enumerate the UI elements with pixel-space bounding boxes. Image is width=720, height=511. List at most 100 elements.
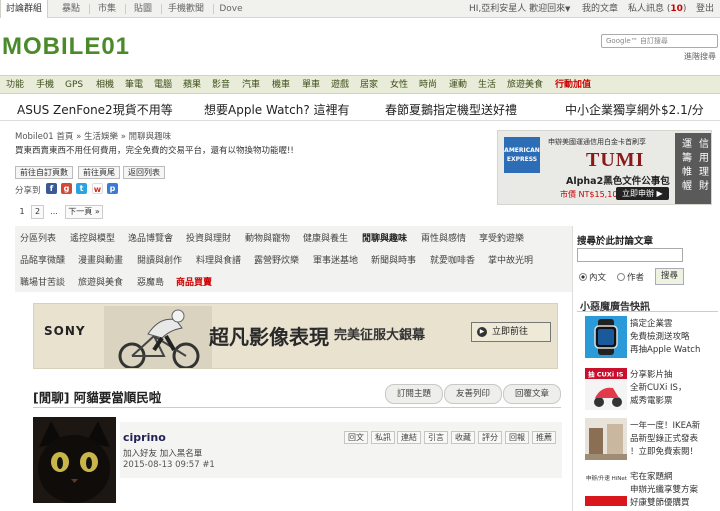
nav-item[interactable]: 單車 bbox=[302, 76, 320, 94]
my-posts-link[interactable]: 我的文章 bbox=[582, 0, 618, 18]
promo-link[interactable]: ASUS ZenFone2現貨不用等 bbox=[17, 101, 173, 118]
category-link[interactable]: 新聞與時事 bbox=[371, 253, 416, 266]
google-plus-icon[interactable]: g bbox=[61, 183, 72, 194]
post-floor[interactable]: #1 bbox=[202, 460, 215, 470]
category-link[interactable]: 就愛咖啡香 bbox=[430, 253, 475, 266]
search-input[interactable]: Google™ 自訂搜尋 bbox=[601, 34, 718, 48]
category-link[interactable]: 掌中故光明 bbox=[488, 253, 533, 266]
thread-search-input[interactable] bbox=[577, 248, 683, 262]
link-button[interactable]: 連結 bbox=[397, 431, 421, 444]
goto-page-button[interactable]: 前往自訂頁數 bbox=[15, 166, 73, 179]
tab-news[interactable]: 暴點 bbox=[56, 0, 86, 18]
nav-item[interactable]: GPS bbox=[65, 76, 83, 94]
weibo-icon[interactable]: w bbox=[92, 183, 103, 194]
back-to-list-button[interactable]: 返回列表 bbox=[123, 166, 165, 179]
rate-button[interactable]: 評分 bbox=[478, 431, 502, 444]
side-ad-text[interactable]: 宅在家題網 申辦光纖享雙方案 好康雙節優購買 bbox=[630, 471, 718, 510]
sony-ad-banner[interactable]: SONY 超凡影像表現 完美征服大銀幕 ▶ 立即前往 bbox=[33, 303, 558, 369]
tab-photos[interactable]: 貼圖 bbox=[128, 0, 158, 18]
nav-item[interactable]: 汽車 bbox=[242, 76, 260, 94]
logout-link[interactable]: 登出 bbox=[696, 0, 714, 18]
nav-item[interactable]: 筆電 bbox=[125, 76, 143, 94]
category-link[interactable]: 露營野炊樂 bbox=[254, 253, 299, 266]
next-page-button[interactable]: 下一頁 » bbox=[65, 205, 103, 219]
tab-forum[interactable]: 討論群組 bbox=[0, 0, 48, 18]
category-link[interactable]: 逸品博覽會 bbox=[128, 231, 173, 244]
cuxi-ad-image[interactable]: 抽 CUXi IS bbox=[585, 368, 627, 410]
apple-watch-ad-image[interactable] bbox=[585, 316, 627, 358]
nav-item-hot[interactable]: 行動加值 bbox=[555, 76, 591, 94]
reply-post-button[interactable]: 回文 bbox=[344, 431, 368, 444]
category-link[interactable]: 閱讀與創作 bbox=[137, 253, 182, 266]
side-ad-text[interactable]: 一年一度！IKEA新 品新型錄正式發表 ！立即免費索閱！ bbox=[630, 420, 718, 459]
tab-market[interactable]: 市集 bbox=[92, 0, 122, 18]
hinet-ad-image[interactable]: 申辦/升速 HiNet bbox=[585, 470, 627, 511]
mobile01-logo[interactable]: MOBILE01 bbox=[2, 32, 162, 62]
promo-link[interactable]: 春節夏鵝指定機型送好禮 bbox=[385, 101, 517, 118]
category-link[interactable]: 享受釣遊樂 bbox=[479, 231, 524, 244]
category-link[interactable]: 職場甘苦談 bbox=[20, 275, 65, 288]
promo-link[interactable]: 中小企業獨享網外$2.1/分 bbox=[565, 101, 704, 118]
nav-item[interactable]: 遊戲 bbox=[331, 76, 349, 94]
chevron-down-icon[interactable]: ▼ bbox=[565, 0, 570, 18]
private-messages-link[interactable]: 私人訊息 (10) bbox=[628, 0, 686, 18]
category-link[interactable]: 分區列表 bbox=[20, 231, 56, 244]
category-link[interactable]: 軍事迷基地 bbox=[313, 253, 358, 266]
facebook-icon[interactable]: f bbox=[46, 183, 57, 194]
goto-bottom-button[interactable]: 前往頁尾 bbox=[78, 166, 120, 179]
add-friend-blacklist-links[interactable]: 加入好友 加入黑名單 bbox=[123, 447, 202, 459]
reply-button[interactable]: 回覆文章 bbox=[503, 384, 561, 404]
category-link[interactable]: 品酩享微醺 bbox=[20, 253, 65, 266]
tumi-ad-banner[interactable]: AMERICAN EXPRESS 申辦美國運通信用白金卡首刷享 TUMI Alp… bbox=[497, 130, 712, 205]
nav-item[interactable]: 生活 bbox=[478, 76, 496, 94]
tab-dove[interactable]: Dove bbox=[216, 0, 246, 18]
plurk-icon[interactable]: p bbox=[107, 183, 118, 194]
nav-item[interactable]: 相機 bbox=[96, 76, 114, 94]
private-message-button[interactable]: 私訊 bbox=[371, 431, 395, 444]
subscribe-button[interactable]: 訂閱主題 bbox=[385, 384, 443, 404]
tab-mobile-news[interactable]: 手機歡聞 bbox=[164, 0, 208, 18]
post-username[interactable]: ciprino bbox=[123, 431, 166, 444]
advanced-search-link[interactable]: 進階搜尋 bbox=[684, 51, 716, 62]
category-link[interactable]: 遙控與模型 bbox=[70, 231, 115, 244]
nav-item[interactable]: 功能 bbox=[6, 76, 24, 94]
user-greeting[interactable]: HI,亞利安星人 歡迎回來 bbox=[469, 0, 565, 18]
nav-item[interactable]: 蘋果 bbox=[183, 76, 201, 94]
category-link[interactable]: 動物與寵物 bbox=[245, 231, 290, 244]
category-link[interactable]: 健康與養生 bbox=[303, 231, 348, 244]
nav-item[interactable]: 居家 bbox=[360, 76, 378, 94]
quote-button[interactable]: 引言 bbox=[424, 431, 448, 444]
category-link[interactable]: 投資與理財 bbox=[186, 231, 231, 244]
promo-link[interactable]: 想要Apple Watch? 這裡有 bbox=[204, 101, 350, 118]
nav-item[interactable]: 運動 bbox=[449, 76, 467, 94]
avatar[interactable] bbox=[33, 417, 116, 503]
breadcrumb[interactable]: Mobile01 首頁 » 生活娛樂 » 閒聊與趣味 bbox=[15, 130, 171, 142]
twitter-icon[interactable]: t bbox=[76, 183, 87, 194]
nav-item[interactable]: 時尚 bbox=[419, 76, 437, 94]
report-button[interactable]: 回報 bbox=[505, 431, 529, 444]
nav-item[interactable]: 旅遊美食 bbox=[507, 76, 543, 94]
category-link[interactable]: 料理與食譜 bbox=[196, 253, 241, 266]
nav-item[interactable]: 影音 bbox=[212, 76, 230, 94]
side-ad-text[interactable]: 分享影片抽 全新CUXi IS， 威秀電影票 bbox=[630, 369, 718, 408]
category-link[interactable]: 惡魔島 bbox=[137, 275, 164, 288]
page-2[interactable]: 2 bbox=[31, 205, 44, 219]
print-button[interactable]: 友善列印 bbox=[444, 384, 502, 404]
page-1[interactable]: 1 bbox=[15, 205, 29, 219]
nav-item[interactable]: 電腦 bbox=[154, 76, 172, 94]
tumi-apply-button[interactable]: 立即申辦 ▶ bbox=[616, 187, 669, 200]
category-link-hot[interactable]: 商品買賣 bbox=[176, 275, 212, 288]
ikea-ad-image[interactable] bbox=[585, 418, 627, 460]
side-ad-text[interactable]: 搞定企業雲 免費檢測送攻略 再抽Apple Watch bbox=[630, 318, 718, 357]
nav-item[interactable]: 機車 bbox=[272, 76, 290, 94]
radio-content[interactable]: 內文 bbox=[579, 271, 606, 283]
category-link[interactable]: 兩性與感情 bbox=[421, 231, 466, 244]
radio-author[interactable]: 作者 bbox=[617, 271, 644, 283]
sony-go-button[interactable]: ▶ 立即前往 bbox=[471, 322, 551, 342]
category-link-current[interactable]: 閒聊與趣味 bbox=[362, 231, 407, 244]
nav-item[interactable]: 手機 bbox=[36, 76, 54, 94]
favorite-button[interactable]: 收藏 bbox=[451, 431, 475, 444]
category-link[interactable]: 旅遊與美食 bbox=[78, 275, 123, 288]
thread-search-button[interactable]: 搜尋 bbox=[655, 268, 684, 285]
recommend-button[interactable]: 推薦 bbox=[532, 431, 556, 444]
